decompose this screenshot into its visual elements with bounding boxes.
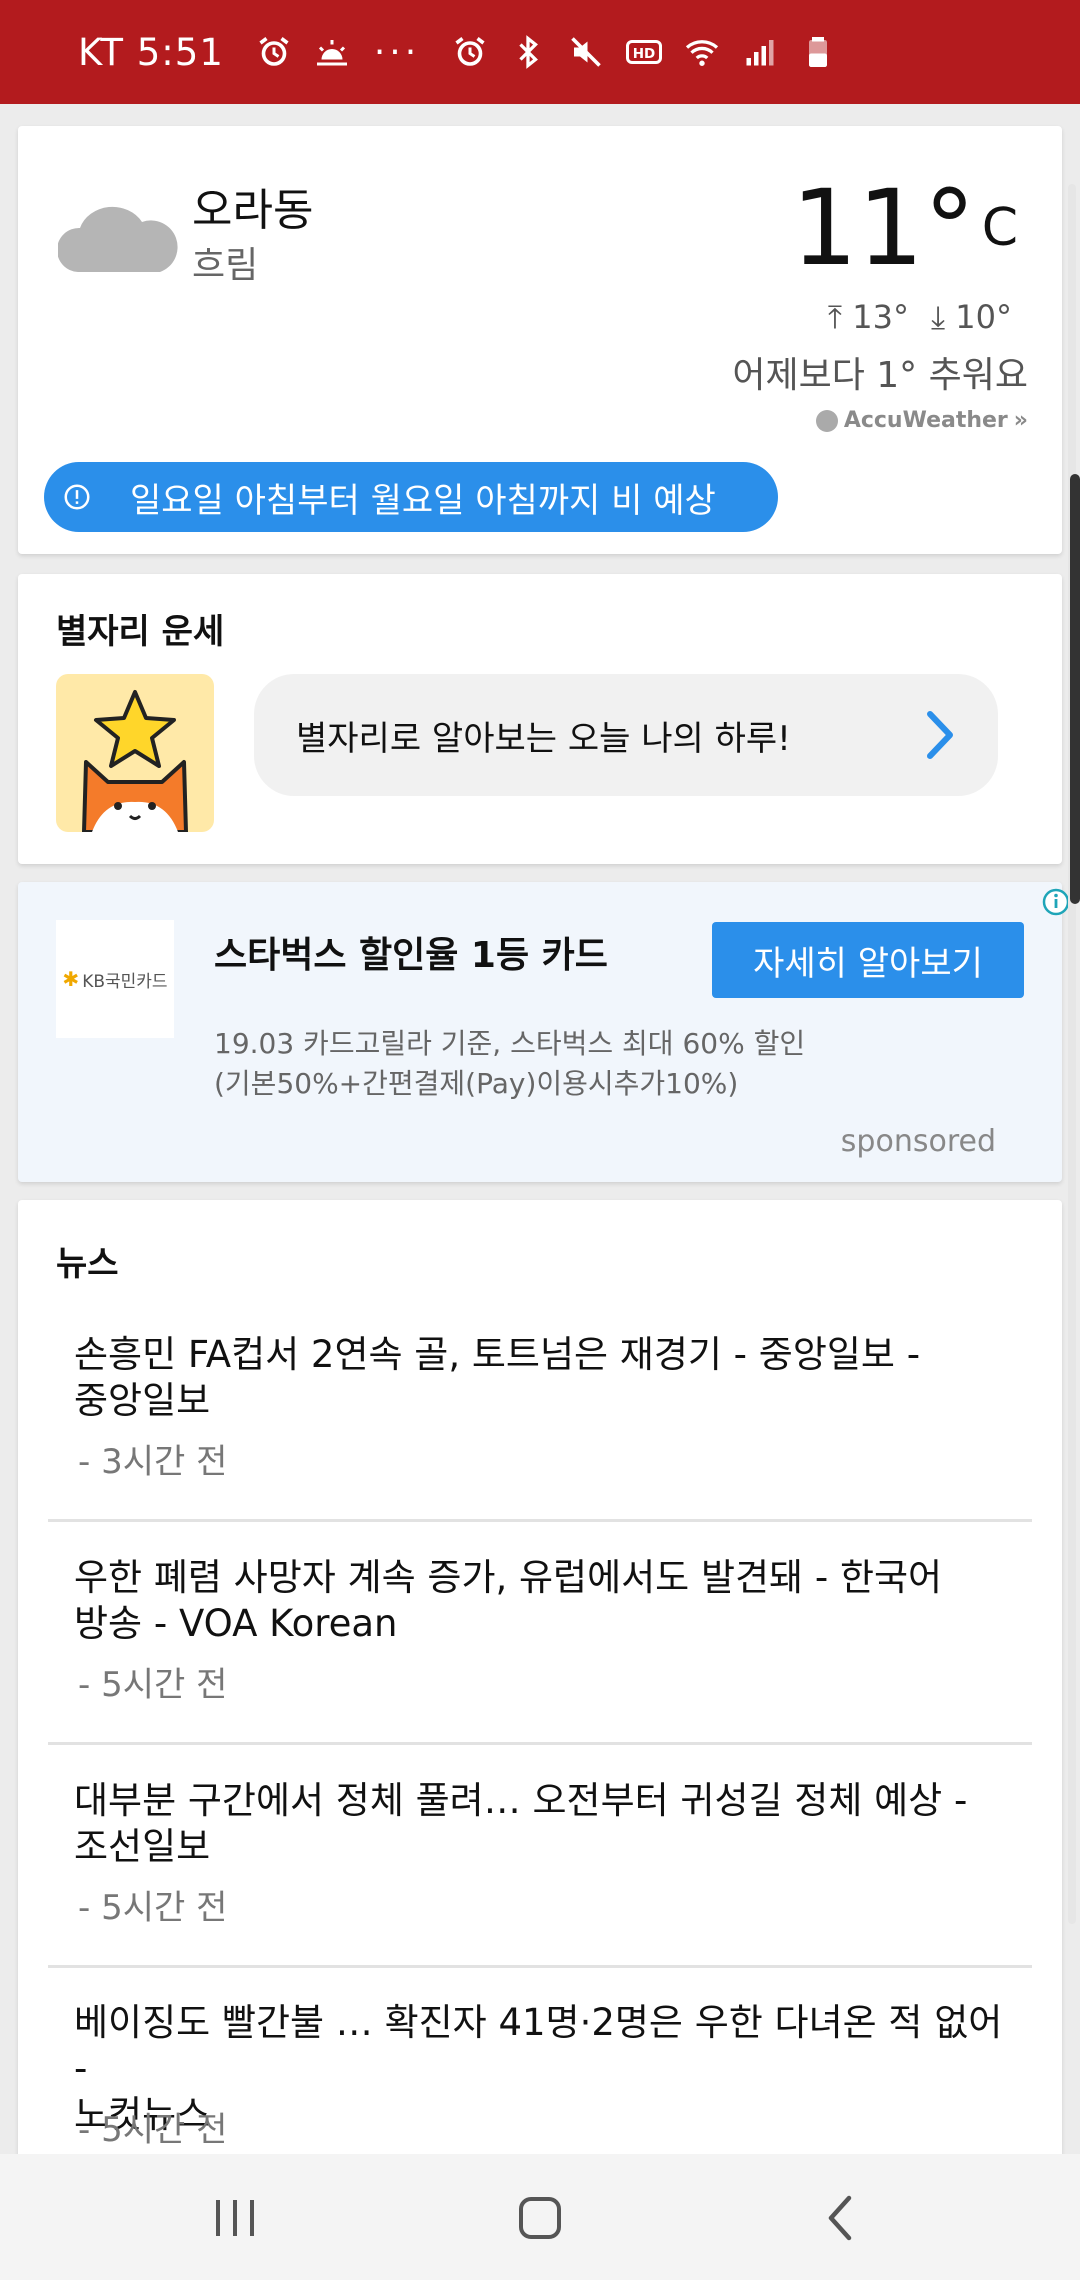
carrier-label: KT bbox=[78, 30, 124, 74]
headline-line: 방송 - VOA Korean bbox=[74, 1602, 398, 1645]
sunrise-icon bbox=[312, 32, 352, 72]
mute-icon bbox=[566, 32, 606, 72]
news-time: - 5시간 전 bbox=[78, 1888, 228, 1928]
battery-icon bbox=[798, 32, 838, 72]
sponsored-label: sponsored bbox=[840, 1124, 996, 1159]
home-button[interactable] bbox=[512, 2190, 568, 2246]
signal-icon bbox=[740, 32, 780, 72]
bluetooth-icon bbox=[508, 32, 548, 72]
kb-card-logo: ✱ KB국민카드 bbox=[56, 920, 174, 1038]
headline-line: 우한 폐렴 사망자 계속 증가, 유럽에서도 발견돼 - 한국어 bbox=[74, 1556, 943, 1599]
wifi-icon bbox=[682, 32, 722, 72]
temperature-value: 11° bbox=[791, 167, 976, 289]
news-headline: 손흥민 FA컵서 2연속 골, 토트넘은 재경기 - 중앙일보 - 중앙일보 bbox=[74, 1332, 1024, 1424]
headline-line: 대부분 구간에서 정체 풀려… 오전부터 귀성길 정체 예상 - bbox=[74, 1779, 968, 1822]
headline-line: 베이징도 빨간불 … 확진자 41명·2명은 우한 다녀온 적 없어 - bbox=[74, 2001, 1003, 2090]
news-time: - 5시간 전 bbox=[78, 1665, 228, 1705]
horoscope-link[interactable]: 별자리로 알아보는 오늘 나의 하루! bbox=[254, 674, 998, 796]
alarm-icon bbox=[450, 32, 490, 72]
weather-card[interactable]: 오라동 흐림 11° C ⤒ 13° ⤓ 10° 어제보다 1° 추워요 Acc… bbox=[18, 126, 1062, 554]
current-temperature: 11° C bbox=[791, 176, 1018, 280]
ad-desc-line: (기본50%+간편결제(Pay)이용시추가10%) bbox=[214, 1067, 739, 1100]
sponsored-ad-card[interactable]: ✱ KB국민카드 스타벅스 할인율 1등 카드 자세히 알아보기 19.03 카… bbox=[18, 882, 1070, 1182]
arrow-down-icon: ⤓ bbox=[930, 298, 946, 336]
home-icon bbox=[519, 2197, 561, 2239]
high-value: 13° bbox=[852, 298, 909, 336]
recents-icon bbox=[216, 2200, 254, 2236]
horoscope-message: 별자리로 알아보는 오늘 나의 하루! bbox=[296, 718, 791, 759]
back-icon bbox=[828, 2195, 852, 2241]
notification-icons bbox=[254, 32, 352, 72]
temperature-unit: C bbox=[981, 198, 1018, 258]
double-chevron-icon: » bbox=[1013, 408, 1028, 433]
low-temperature: ⤓ 10° bbox=[931, 298, 1012, 337]
learn-more-button[interactable]: 자세히 알아보기 bbox=[712, 922, 1024, 998]
svg-text:HD: HD bbox=[633, 46, 656, 62]
high-temperature: ⤒ 13° bbox=[828, 298, 909, 337]
alarm-icon bbox=[254, 32, 294, 72]
cloud-icon bbox=[58, 206, 178, 272]
provider-label: AccuWeather bbox=[843, 408, 1008, 433]
news-headline: 대부분 구간에서 정체 풀려… 오전부터 귀성길 정체 예상 - 조선일보 bbox=[74, 1778, 1024, 1870]
navigation-bar bbox=[0, 2154, 1080, 2280]
ad-brand: KB국민카드 bbox=[82, 971, 168, 992]
ad-title: 스타벅스 할인율 1등 카드 bbox=[214, 935, 608, 976]
carrier-time: KT 5:51 bbox=[78, 31, 224, 74]
scrollbar-track[interactable] bbox=[1068, 184, 1076, 1924]
system-icons: HD bbox=[450, 32, 838, 72]
ad-desc-line: 19.03 카드고릴라 기준, 스타벅스 최대 60% 할인 bbox=[214, 1027, 806, 1060]
news-item[interactable]: 베이징도 빨간불 … 확진자 41명·2명은 우한 다녀온 적 없어 - 노컷뉴… bbox=[48, 1990, 1032, 2154]
low-value: 10° bbox=[955, 298, 1012, 336]
weather-condition: 흐림 bbox=[192, 245, 259, 286]
headline-line: 손흥민 FA컵서 2연속 골, 토트넘은 재경기 - 중앙일보 - bbox=[74, 1333, 921, 1376]
weather-location: 오라동 bbox=[192, 185, 314, 236]
status-bar: KT 5:51 ··· HD bbox=[0, 0, 1080, 104]
kb-star-icon: ✱ bbox=[62, 967, 80, 991]
news-item[interactable]: 대부분 구간에서 정체 풀려… 오전부터 귀성길 정체 예상 - 조선일보 - … bbox=[48, 1768, 1032, 1968]
back-button[interactable] bbox=[818, 2190, 862, 2246]
fox-star-image[interactable] bbox=[56, 674, 214, 832]
horoscope-card[interactable]: 별자리 운세 별자리로 알아보는 오늘 나의 하루! bbox=[18, 574, 1062, 864]
news-time: - 3시간 전 bbox=[78, 1442, 228, 1482]
feed[interactable]: 오라동 흐림 11° C ⤒ 13° ⤓ 10° 어제보다 1° 추워요 Acc… bbox=[0, 104, 1080, 2154]
clock: 5:51 bbox=[136, 30, 224, 74]
temperature-comparison: 어제보다 1° 추워요 bbox=[732, 355, 1028, 396]
news-item[interactable]: 우한 폐렴 사망자 계속 증가, 유럽에서도 발견돼 - 한국어 방송 - VO… bbox=[48, 1545, 1032, 1745]
alert-icon bbox=[64, 484, 90, 510]
news-card: 뉴스 손흥민 FA컵서 2연속 골, 토트넘은 재경기 - 중앙일보 - 중앙일… bbox=[18, 1200, 1062, 2154]
accuweather-link[interactable]: AccuWeather » bbox=[815, 408, 1028, 433]
temperature-range: ⤒ 13° ⤓ 10° bbox=[828, 298, 1012, 337]
headline-line: 조선일보 bbox=[74, 1825, 211, 1868]
accuweather-logo-icon bbox=[815, 409, 838, 432]
scrollbar-thumb[interactable] bbox=[1070, 474, 1080, 904]
recents-button[interactable] bbox=[210, 2190, 260, 2246]
chevron-right-icon bbox=[927, 711, 953, 759]
news-headline: 우한 폐렴 사망자 계속 증가, 유럽에서도 발견돼 - 한국어 방송 - VO… bbox=[74, 1555, 1024, 1647]
weather-alert-text: 일요일 아침부터 월요일 아침까지 비 예상 bbox=[130, 480, 716, 521]
hd-icon: HD bbox=[624, 32, 664, 72]
news-title: 뉴스 bbox=[56, 1244, 119, 1284]
news-item[interactable]: 손흥민 FA컵서 2연속 골, 토트넘은 재경기 - 중앙일보 - 중앙일보 -… bbox=[48, 1322, 1032, 1522]
fox-star-icon bbox=[82, 690, 188, 832]
news-time: - 5시간 전 bbox=[78, 2110, 228, 2150]
arrow-up-icon: ⤒ bbox=[827, 298, 843, 336]
weather-alert-button[interactable]: 일요일 아침부터 월요일 아침까지 비 예상 bbox=[44, 462, 778, 532]
horoscope-title: 별자리 운세 bbox=[56, 612, 225, 652]
headline-line: 중앙일보 bbox=[74, 1379, 211, 1422]
more-notifications-icon: ··· bbox=[373, 31, 421, 73]
ad-description: 19.03 카드고릴라 기준, 스타벅스 최대 60% 할인 (기본50%+간편… bbox=[214, 1024, 805, 1104]
